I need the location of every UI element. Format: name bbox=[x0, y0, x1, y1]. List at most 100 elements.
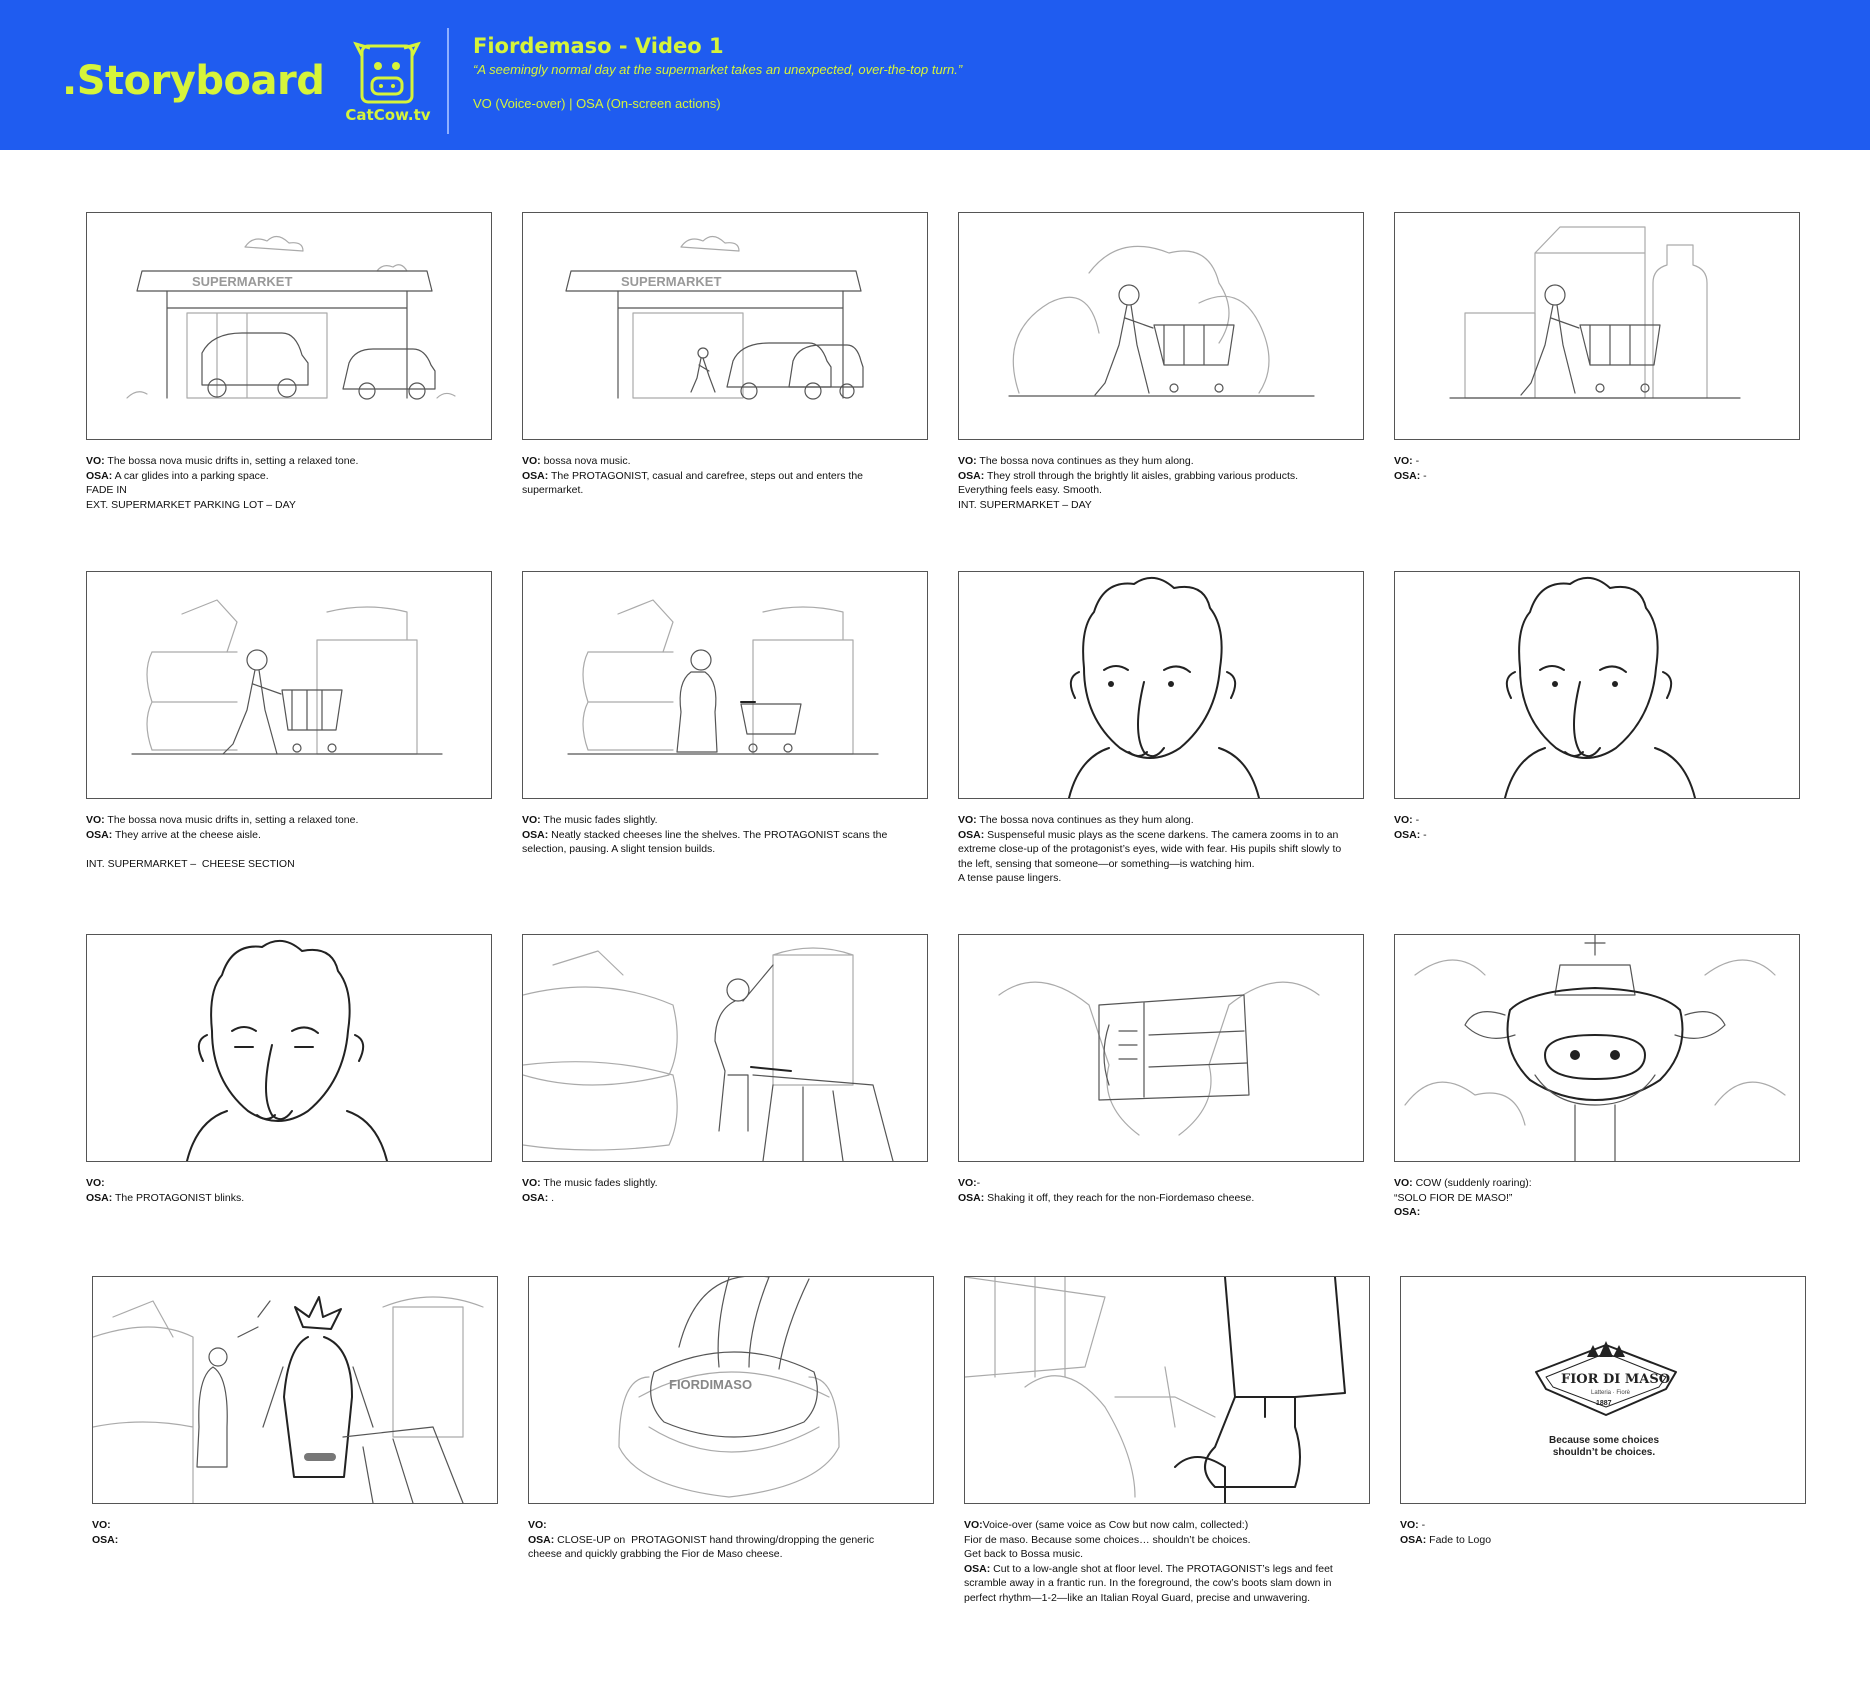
video-logline: “A seemingly normal day at the supermark… bbox=[473, 62, 963, 77]
panel-9: VO: OSA: The PROTAGONIST blinks. bbox=[86, 934, 492, 1205]
panel-1-caption: VO: The bossa nova music drifts in, sett… bbox=[86, 454, 492, 512]
panel-12-line: “SOLO FIOR DE MASO!” bbox=[1394, 1191, 1513, 1204]
logo-name: FIOR DI MASO bbox=[1561, 1372, 1670, 1387]
panel-10-osa: . bbox=[551, 1191, 555, 1204]
panel-15-osa: Cut to a low-angle shot at floor level. … bbox=[964, 1562, 1336, 1604]
panel-1-transition: FADE IN bbox=[86, 484, 127, 496]
panel-8-vo: - bbox=[1415, 814, 1420, 826]
panel-5: VO: The bossa nova music drifts in, sett… bbox=[86, 571, 492, 871]
panel-3-caption: VO: The bossa nova continues as they hum… bbox=[958, 454, 1364, 512]
panel-4-osa: - bbox=[1423, 469, 1427, 482]
panel-8-caption: VO: - OSA: - bbox=[1394, 814, 1427, 841]
panel-16: FIOR DI MASO Latteria · Fiorè 1887 Becau… bbox=[1400, 1276, 1806, 1547]
panel-2-vo: bossa nova music. bbox=[543, 455, 631, 467]
panel-11: VO:- OSA: Shaking it off, they reach for… bbox=[958, 934, 1364, 1205]
panel-7-vo: The bossa nova continues as they hum alo… bbox=[979, 814, 1194, 826]
panel-7-note: A tense pause lingers. bbox=[958, 872, 1062, 884]
panel-12-caption: VO: COW (suddenly roaring): “SOLO FIOR D… bbox=[1394, 1176, 1800, 1220]
header-divider bbox=[447, 28, 449, 134]
panel-8-osa: - bbox=[1423, 828, 1427, 841]
panel-3: VO: The bossa nova continues as they hum… bbox=[958, 212, 1364, 512]
panel-11-osa: Shaking it off, they reach for the non-F… bbox=[987, 1191, 1255, 1204]
panel-5-osa: They arrive at the cheese aisle. bbox=[114, 828, 261, 841]
panel-15-vo-line-1: Fior de maso. Because some choices… shou… bbox=[964, 1533, 1251, 1546]
supermarket-exterior-sketch: SUPERMARKET bbox=[126, 235, 456, 400]
panel-14-package-label: FIORDIMASO bbox=[669, 1377, 752, 1392]
panel-14-sketch: FIORDIMASO bbox=[528, 1276, 934, 1504]
panel-5-caption: VO: The bossa nova music drifts in, sett… bbox=[86, 813, 492, 871]
panel-9-osa: The PROTAGONIST blinks. bbox=[114, 1191, 245, 1204]
panel-1-osa: A car glides into a parking space. bbox=[114, 469, 269, 482]
panel-6-sketch bbox=[522, 571, 928, 799]
panel-3-scene-heading: INT. SUPERMARKET – DAY bbox=[958, 498, 1092, 511]
panel-2-osa: The PROTAGONIST, casual and carefree, st… bbox=[522, 469, 866, 497]
panel-11-caption: VO:- OSA: Shaking it off, they reach for… bbox=[958, 1177, 1255, 1204]
panel-15: VO:Voice-over (same voice as Cow but now… bbox=[964, 1276, 1370, 1605]
panel-4-sketch bbox=[1394, 212, 1800, 440]
panel-8-sketch bbox=[1394, 571, 1800, 799]
panel-15-vo: Voice-over (same voice as Cow but now ca… bbox=[982, 1519, 1249, 1531]
panel-6: VO: The music fades slightly. OSA: Neatl… bbox=[522, 571, 928, 857]
panel-1-scene-heading: EXT. SUPERMARKET PARKING LOT – DAY bbox=[86, 498, 296, 511]
panel-13-caption: VO: OSA: bbox=[92, 1519, 119, 1546]
panel-6-vo: The music fades slightly. bbox=[543, 814, 658, 826]
panel-16-sketch: FIOR DI MASO Latteria · Fiorè 1887 Becau… bbox=[1400, 1276, 1806, 1504]
panel-10-vo: The music fades slightly. bbox=[543, 1177, 658, 1189]
panel-4: VO: - OSA: - bbox=[1394, 212, 1800, 483]
panel-1-vo: The bossa nova music drifts in, setting … bbox=[107, 455, 359, 467]
panel-7-caption: VO: The bossa nova continues as they hum… bbox=[958, 813, 1364, 886]
panel-16-vo: - bbox=[1421, 1519, 1426, 1531]
panel-7-osa: Suspenseful music plays as the scene dar… bbox=[958, 828, 1345, 870]
panel-10: VO: The music fades slightly. OSA: . bbox=[522, 934, 928, 1205]
panel-14: FIORDIMASO VO: OSA: CLOSE-UP on PROTAGON… bbox=[528, 1276, 934, 1562]
panel-4-vo: - bbox=[1415, 455, 1420, 467]
panel-12-sketch bbox=[1394, 934, 1800, 1162]
legend: VO (Voice-over) | OSA (On-screen actions… bbox=[473, 96, 721, 111]
panel-5-scene-heading: INT. SUPERMARKET – CHEESE SECTION bbox=[86, 857, 295, 870]
panel-12-vo: COW (suddenly roaring): bbox=[1415, 1177, 1532, 1189]
fior-di-maso-logo: FIOR DI MASO Latteria · Fiorè 1887 bbox=[1535, 1341, 1677, 1416]
panel-2-caption: VO: bossa nova music. OSA: The PROTAGONI… bbox=[522, 455, 866, 497]
panel-10-caption: VO: The music fades slightly. OSA: . bbox=[522, 1177, 658, 1204]
panel-10-sketch bbox=[522, 934, 928, 1162]
logo-wordmark: CatCow.tv bbox=[345, 106, 431, 124]
panel-11-vo: - bbox=[976, 1177, 981, 1189]
panel-7-sketch bbox=[958, 571, 1364, 799]
panel-1-sign: SUPERMARKET bbox=[192, 274, 292, 289]
panel-1: SUPERMARKET VO: The bossa nova music dri… bbox=[86, 212, 492, 512]
panel-5-vo: The bossa nova music drifts in, setting … bbox=[107, 814, 359, 826]
panel-9-sketch bbox=[86, 934, 492, 1162]
panel-2: SUPERMARKET VO: bossa nova music. OSA: T… bbox=[522, 212, 928, 498]
panel-2-sign: SUPERMARKET bbox=[621, 274, 721, 289]
panel-14-caption: VO: OSA: CLOSE-UP on PROTAGONIST hand th… bbox=[528, 1519, 878, 1561]
panel-2-sketch: SUPERMARKET bbox=[522, 212, 928, 440]
video-title: Fiordemaso - Video 1 bbox=[473, 34, 724, 58]
panel-13-sketch bbox=[92, 1276, 498, 1504]
panel-5-sketch bbox=[86, 571, 492, 799]
panel-3-osa: They stroll through the brightly lit ais… bbox=[958, 469, 1301, 497]
panel-15-caption: VO:Voice-over (same voice as Cow but now… bbox=[964, 1518, 1370, 1605]
storyboard-title: .Storyboard bbox=[62, 58, 325, 104]
panel-6-osa: Neatly stacked cheeses line the shelves.… bbox=[522, 828, 891, 856]
panel-13: VO: OSA: bbox=[92, 1276, 498, 1547]
panel-3-sketch bbox=[958, 212, 1364, 440]
panel-9-caption: VO: OSA: The PROTAGONIST blinks. bbox=[86, 1177, 245, 1204]
header-bar: .Storyboard CatCow.tv Fiordemaso - Video… bbox=[0, 0, 1870, 150]
panel-8: VO: - OSA: - bbox=[1394, 571, 1800, 842]
panel-1-sketch: SUPERMARKET bbox=[86, 212, 492, 440]
panel-6-caption: VO: The music fades slightly. OSA: Neatl… bbox=[522, 814, 891, 856]
panel-16-osa: Fade to Logo bbox=[1429, 1533, 1492, 1546]
panel-4-caption: VO: - OSA: - bbox=[1394, 455, 1427, 482]
panel-16-caption: VO: - OSA: Fade to Logo bbox=[1400, 1519, 1492, 1546]
panel-7: VO: The bossa nova continues as they hum… bbox=[958, 571, 1364, 886]
panel-14-osa: CLOSE-UP on PROTAGONIST hand throwing/dr… bbox=[528, 1533, 878, 1561]
panel-12: VO: COW (suddenly roaring): “SOLO FIOR D… bbox=[1394, 934, 1800, 1220]
logo-year: 1887 bbox=[1596, 1400, 1612, 1407]
end-tagline: Because some choices shouldn’t be choice… bbox=[1548, 1435, 1660, 1458]
panel-15-vo-line-2: Get back to Bossa music. bbox=[964, 1548, 1084, 1560]
logo-tagline: Latteria · Fiorè bbox=[1591, 1390, 1631, 1396]
panel-11-sketch bbox=[958, 934, 1364, 1162]
panel-15-sketch bbox=[964, 1276, 1370, 1504]
panel-3-vo: The bossa nova continues as they hum alo… bbox=[979, 455, 1194, 467]
catcow-logo-icon bbox=[353, 41, 421, 104]
